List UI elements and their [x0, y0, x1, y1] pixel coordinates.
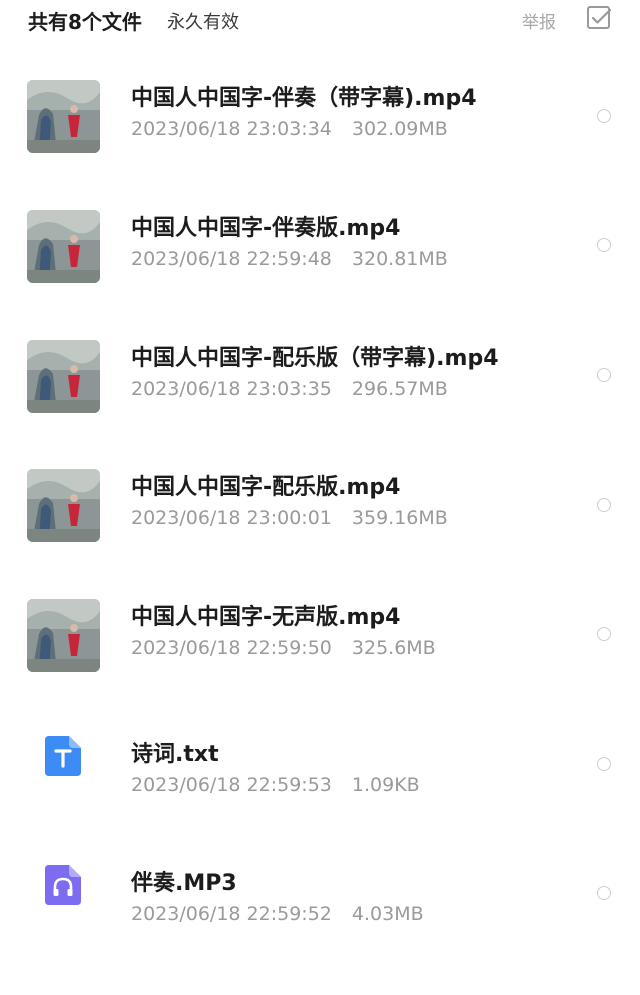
- file-meta: 2023/06/18 22:59:48 320.81MB: [131, 248, 448, 270]
- file-name: 中国人中国字-伴奏版.mp4: [131, 216, 401, 241]
- file-meta: 2023/06/18 22:59:50 325.6MB: [131, 637, 436, 659]
- select-radio[interactable]: [597, 886, 611, 900]
- select-radio[interactable]: [597, 109, 611, 123]
- file-row[interactable]: 诗词.txt 2023/06/18 22:59:53 1.09KB: [0, 736, 640, 866]
- file-meta: 2023/06/18 23:03:34 302.09MB: [131, 118, 448, 140]
- file-date: 2023/06/18 23:03:35: [131, 378, 332, 400]
- audio-file-icon: [45, 865, 81, 905]
- report-link[interactable]: 举报: [522, 8, 556, 33]
- select-radio[interactable]: [597, 368, 611, 382]
- text-file-icon: [45, 736, 81, 776]
- file-name: 中国人中国字-配乐版.mp4: [131, 475, 401, 500]
- video-thumbnail: [27, 210, 100, 283]
- file-name: 诗词.txt: [131, 742, 219, 767]
- file-size: 4.03MB: [351, 903, 424, 925]
- file-size: 320.81MB: [351, 248, 448, 270]
- file-list-header: 共有8个文件 永久有效 举报: [0, 0, 640, 40]
- validity-label: 永久有效: [167, 12, 239, 33]
- file-date: 2023/06/18 22:59:52: [131, 903, 332, 925]
- file-row[interactable]: 中国人中国字-无声版.mp4 2023/06/18 22:59:50 325.6M…: [0, 599, 640, 729]
- file-name: 中国人中国字-配乐版（带字幕).mp4: [131, 346, 499, 371]
- file-meta: 2023/06/18 23:03:35 296.57MB: [131, 378, 448, 400]
- file-date: 2023/06/18 22:59:50: [131, 637, 332, 659]
- file-count: 共有8个文件: [28, 10, 142, 34]
- file-date: 2023/06/18 23:00:01: [131, 507, 332, 529]
- video-thumbnail: [27, 599, 100, 672]
- select-radio[interactable]: [597, 757, 611, 771]
- select-radio[interactable]: [597, 627, 611, 641]
- file-row[interactable]: 伴奏.MP3 2023/06/18 22:59:52 4.03MB: [0, 865, 640, 995]
- file-size: 359.16MB: [351, 507, 448, 529]
- file-date: 2023/06/18 22:59:48: [131, 248, 332, 270]
- file-meta: 2023/06/18 23:00:01 359.16MB: [131, 507, 448, 529]
- file-row[interactable]: 中国人中国字-配乐版.mp4 2023/06/18 23:00:01 359.16…: [0, 469, 640, 599]
- select-radio[interactable]: [597, 498, 611, 512]
- file-row[interactable]: 中国人中国字-伴奏（带字幕).mp4 2023/06/18 23:03:34 30…: [0, 80, 640, 210]
- file-size: 302.09MB: [351, 118, 448, 140]
- video-thumbnail: [27, 80, 100, 153]
- file-date: 2023/06/18 22:59:53: [131, 774, 332, 796]
- file-size: 325.6MB: [351, 637, 436, 659]
- file-size: 1.09KB: [351, 774, 420, 796]
- file-row[interactable]: 中国人中国字-伴奏版.mp4 2023/06/18 22:59:48 320.81…: [0, 210, 640, 340]
- file-row[interactable]: 中国人中国字-配乐版（带字幕).mp4 2023/06/18 23:03:35 2…: [0, 340, 640, 470]
- file-meta: 2023/06/18 22:59:52 4.03MB: [131, 903, 424, 925]
- file-size: 296.57MB: [351, 378, 448, 400]
- file-meta: 2023/06/18 22:59:53 1.09KB: [131, 774, 420, 796]
- video-thumbnail: [27, 340, 100, 413]
- file-name: 中国人中国字-无声版.mp4: [131, 605, 401, 630]
- file-name: 伴奏.MP3: [131, 871, 237, 896]
- select-all-checkbox-icon[interactable]: [586, 5, 612, 31]
- select-radio[interactable]: [597, 238, 611, 252]
- video-thumbnail: [27, 469, 100, 542]
- file-name: 中国人中国字-伴奏（带字幕).mp4: [131, 86, 477, 111]
- file-date: 2023/06/18 23:03:34: [131, 118, 332, 140]
